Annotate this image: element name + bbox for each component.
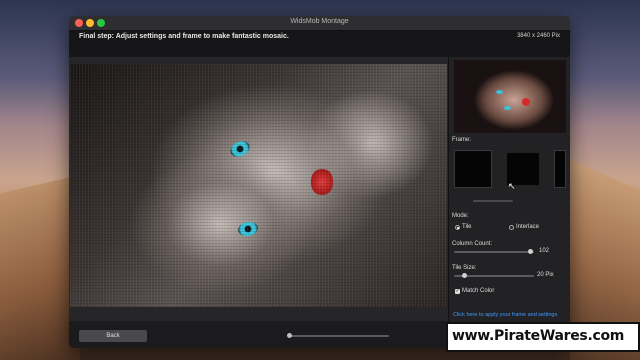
frame-label: Frame: bbox=[452, 137, 472, 143]
mosaic-canvas bbox=[69, 57, 448, 321]
window-title: WidsMob Montage bbox=[290, 18, 349, 25]
tile-size-value: 20 Pix bbox=[537, 272, 554, 278]
mode-interlace-label: Interlace bbox=[516, 224, 540, 230]
tile-size-thumb[interactable] bbox=[462, 273, 467, 278]
column-count-label: Column Count: bbox=[452, 241, 493, 247]
column-count-slider[interactable] bbox=[454, 249, 534, 254]
apply-settings-link[interactable]: Click here to apply your frame and setti… bbox=[453, 312, 557, 318]
column-count-thumb[interactable] bbox=[528, 249, 533, 254]
watermark-text: www.PirateWares.com bbox=[452, 328, 625, 344]
match-color-checkbox[interactable]: ✓ bbox=[455, 289, 460, 294]
zoom-slider[interactable] bbox=[287, 333, 389, 338]
mode-tile-radio[interactable] bbox=[455, 225, 460, 230]
bottom-bar: Back bbox=[69, 321, 448, 348]
zoom-slider-thumb[interactable] bbox=[287, 333, 292, 338]
frame-scrollbar[interactable] bbox=[473, 200, 513, 202]
instruction-text: Final step: Adjust settings and frame to… bbox=[79, 33, 289, 40]
tile-size-slider[interactable] bbox=[454, 273, 534, 278]
frame-option[interactable] bbox=[454, 150, 492, 188]
back-button[interactable]: Back bbox=[79, 330, 147, 342]
mosaic-eye-left bbox=[227, 138, 253, 160]
mouse-cursor-icon: ↖ bbox=[508, 181, 516, 191]
preview-eye-right bbox=[504, 106, 511, 110]
preview-eye-left bbox=[496, 90, 503, 94]
column-count-value: 102 bbox=[539, 248, 550, 254]
mode-interlace-radio[interactable] bbox=[509, 225, 514, 230]
watermark-banner: www.PirateWares.com bbox=[446, 322, 640, 352]
mosaic-eye-right bbox=[236, 220, 260, 238]
match-color-label: Match Color bbox=[462, 288, 495, 294]
frame-option[interactable] bbox=[554, 150, 566, 188]
output-dimensions: 3840 x 2460 Pix bbox=[516, 33, 560, 39]
mosaic-lips bbox=[311, 169, 333, 195]
settings-sidebar: Frame: Mode: Tile Interlace Column Count… bbox=[448, 57, 570, 348]
mode-label: Mode: bbox=[452, 213, 469, 219]
mosaic-image[interactable] bbox=[70, 64, 447, 307]
app-window: WidsMob Montage Final step: Adjust setti… bbox=[69, 16, 570, 348]
preview-lips bbox=[522, 98, 530, 106]
desktop-dune-left bbox=[0, 175, 80, 360]
mode-tile-label: Tile bbox=[462, 224, 472, 230]
source-preview bbox=[454, 60, 566, 133]
tile-size-label: Tile Size: bbox=[452, 265, 477, 271]
title-bar: WidsMob Montage bbox=[69, 16, 570, 31]
